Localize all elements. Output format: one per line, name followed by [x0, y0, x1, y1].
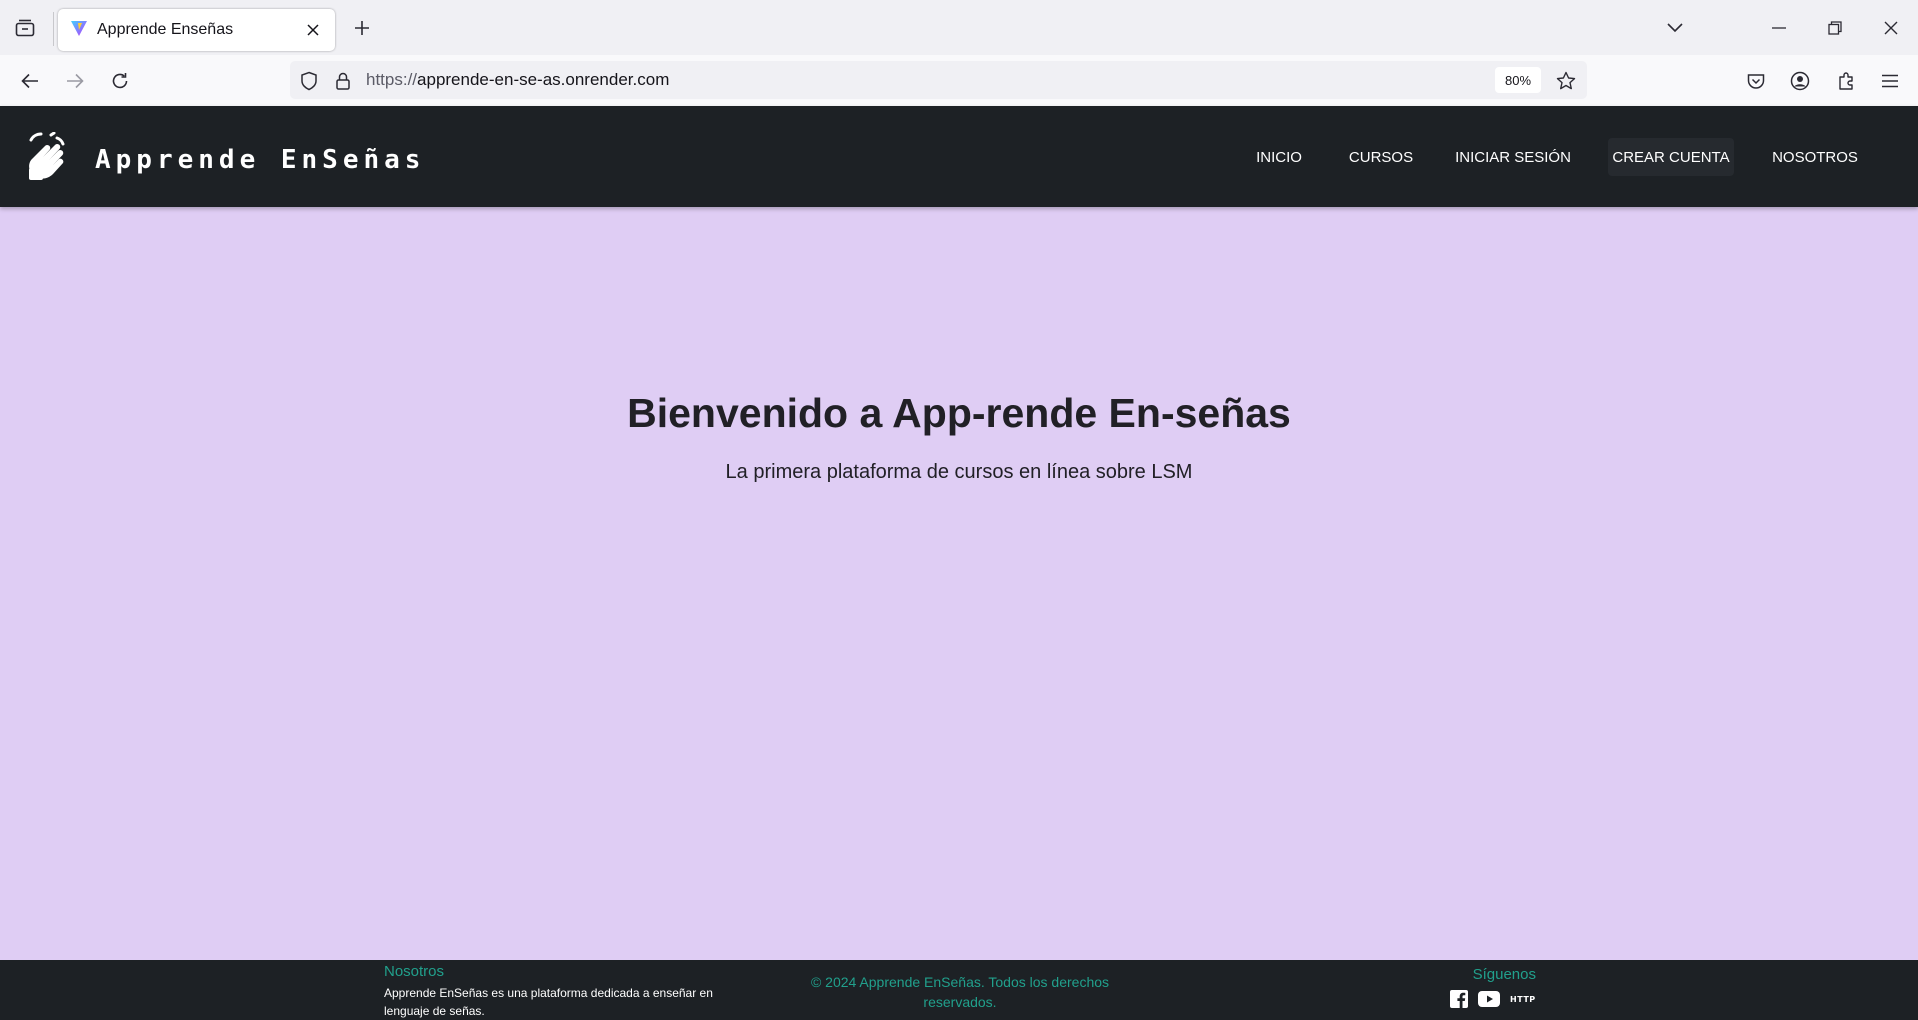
back-arrow-icon[interactable] — [14, 65, 46, 97]
zoom-level-button[interactable]: 80% — [1495, 67, 1541, 93]
url-host: apprende-en-se-as.onrender.com — [417, 70, 670, 89]
browser-tab-active[interactable]: Apprende Enseñas — [58, 9, 335, 51]
footer-follow-title: Síguenos — [1472, 966, 1536, 983]
hero-title: Bienvenido a App-rende En-señas — [627, 390, 1291, 436]
tab-title: Apprende Enseñas — [97, 21, 234, 38]
app-menu-icon[interactable] — [1874, 65, 1906, 97]
close-window-icon[interactable] — [1876, 14, 1906, 42]
nav-inicio[interactable]: INICIO — [1248, 138, 1310, 176]
nav-iniciar-sesion[interactable]: INICIAR SESIÓN — [1452, 138, 1574, 176]
reload-icon[interactable] — [104, 65, 136, 97]
footer-copyright: © 2024 Apprende EnSeñas. Todos los derec… — [810, 974, 1110, 1010]
url-text: https://apprende-en-se-as.onrender.com — [366, 70, 669, 90]
social-links: HTTP — [1450, 990, 1536, 1008]
minimize-window-icon[interactable] — [1764, 14, 1794, 42]
tab-separator — [53, 12, 54, 46]
account-icon[interactable] — [1784, 65, 1816, 97]
padlock-icon[interactable] — [332, 70, 354, 92]
browser-toolbar: https://apprende-en-se-as.onrender.com 8… — [0, 55, 1918, 106]
extensions-icon[interactable] — [1830, 65, 1862, 97]
restore-window-icon[interactable] — [1820, 14, 1850, 42]
url-bar[interactable]: https://apprende-en-se-as.onrender.com 8… — [290, 61, 1587, 99]
vite-logo-icon — [70, 19, 88, 42]
site-header: Apprende EnSeñas INICIO CURSOS INICIAR S… — [0, 106, 1918, 207]
bookmark-star-icon[interactable] — [1553, 68, 1579, 94]
http-link-badge[interactable]: HTTP — [1510, 995, 1536, 1004]
nav-nosotros[interactable]: NOSOTROS — [1766, 138, 1864, 176]
forward-arrow-icon[interactable] — [59, 65, 91, 97]
url-scheme: https:// — [366, 70, 418, 89]
hero-subtitle: La primera plataforma de cursos en línea… — [725, 461, 1193, 483]
site-footer: Nosotros Apprende EnSeñas es una platafo… — [0, 960, 1918, 1020]
pocket-icon[interactable] — [1740, 65, 1772, 97]
footer-about-text: Apprende EnSeñas es una plataforma dedic… — [384, 986, 713, 1018]
brand-title: Apprende EnSeñas — [95, 144, 426, 175]
tracking-shield-icon[interactable] — [298, 70, 320, 92]
tab-list-icon[interactable] — [10, 14, 40, 42]
brand-link[interactable]: Apprende EnSeñas — [27, 131, 426, 187]
nav-cursos[interactable]: CURSOS — [1344, 138, 1418, 176]
youtube-icon[interactable] — [1478, 991, 1500, 1007]
nav-crear-cuenta[interactable]: CREAR CUENTA — [1608, 138, 1734, 176]
footer-about-title: Nosotros — [384, 963, 445, 980]
list-all-tabs-icon[interactable] — [1660, 14, 1690, 42]
browser-tab-strip: Apprende Enseñas — [0, 0, 1918, 55]
close-tab-icon[interactable] — [301, 18, 325, 42]
facebook-icon[interactable] — [1450, 990, 1468, 1008]
waving-hand-sign-icon — [27, 131, 69, 187]
new-tab-icon[interactable] — [348, 14, 376, 42]
